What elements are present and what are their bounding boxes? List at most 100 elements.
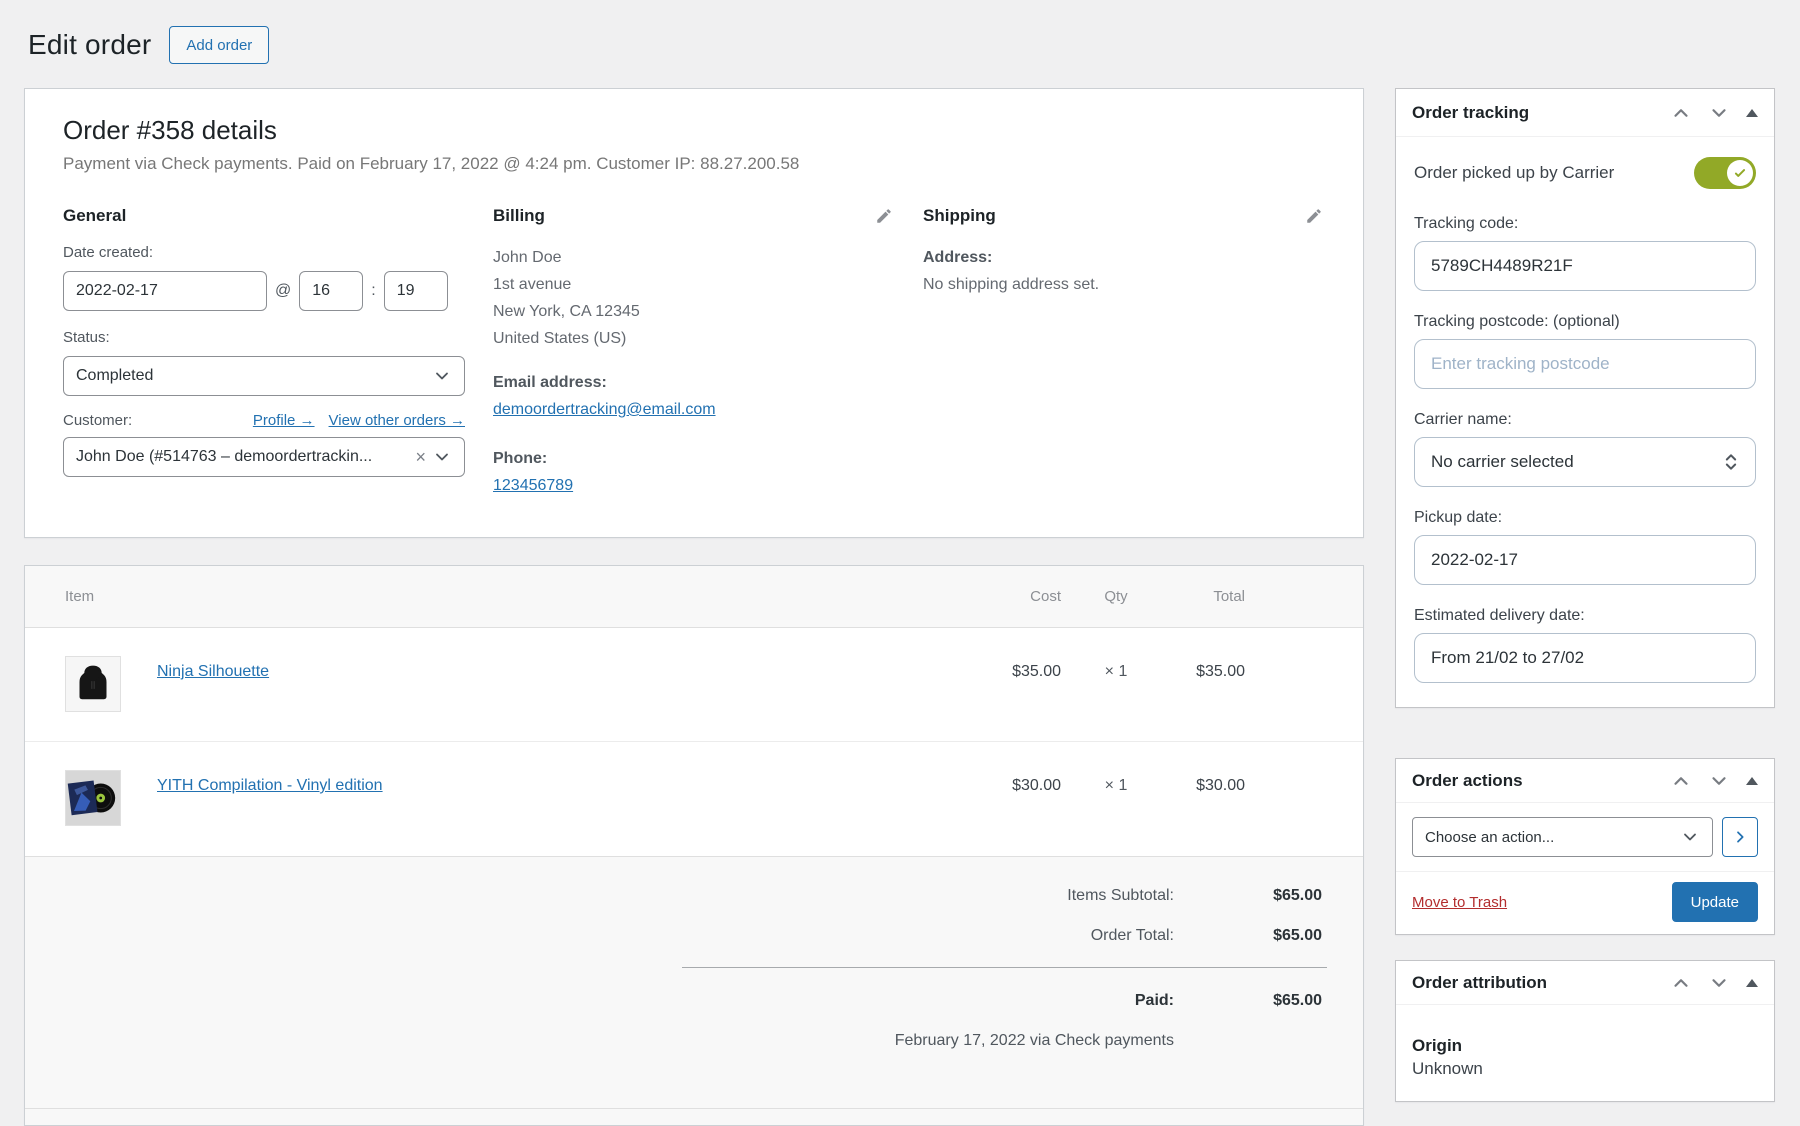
move-to-trash-link[interactable]: Move to Trash	[1412, 894, 1507, 911]
qty-column-header: Qty	[1077, 588, 1155, 605]
order-total-label: Order Total:	[1091, 927, 1174, 945]
order-total-value: $65.00	[1174, 927, 1322, 945]
panel-controls	[1668, 970, 1760, 996]
check-icon	[1733, 166, 1747, 180]
billing-heading-row: Billing	[493, 204, 895, 228]
delivery-date-input[interactable]	[1414, 633, 1756, 683]
item-name-cell: Ninja Silhouette	[157, 656, 961, 681]
order-tracking-title: Order tracking	[1412, 103, 1668, 123]
page-header: Edit order Add order	[28, 26, 269, 64]
action-select[interactable]: Choose an action...	[1412, 817, 1713, 857]
add-order-button[interactable]: Add order	[169, 26, 269, 64]
shipping-heading: Shipping	[923, 206, 996, 226]
order-attribution-panel: Order attribution Origin Unknown	[1395, 960, 1775, 1102]
customer-links: Profile → View other orders →	[253, 412, 465, 429]
tracking-postcode-group: Tracking postcode: (optional)	[1414, 313, 1756, 389]
general-column: General Date created: @ : Status: Comple…	[63, 204, 465, 499]
chevron-right-icon	[1732, 829, 1748, 845]
product-name-link[interactable]: YITH Compilation - Vinyl edition	[157, 777, 383, 794]
move-up-button[interactable]	[1668, 100, 1694, 126]
order-actions-panel: Order actions Choose an action...	[1395, 758, 1775, 935]
hour-input[interactable]	[299, 271, 363, 311]
billing-column: Billing John Doe 1st avenue New York, CA…	[493, 204, 895, 499]
cost-cell: $30.00	[961, 770, 1061, 795]
total-column-header: Total	[1155, 588, 1245, 605]
date-created-label: Date created:	[63, 244, 465, 261]
order-attribution-body: Origin Unknown	[1396, 1005, 1774, 1101]
chevron-up-icon	[1670, 102, 1692, 124]
time-separator: :	[371, 282, 375, 300]
order-tracking-body: Order picked up by Carrier Tracking code…	[1396, 137, 1774, 707]
items-subtotal-row: Items Subtotal: $65.00	[25, 887, 1322, 905]
customer-label: Customer:	[63, 412, 132, 429]
chevron-down-icon	[1708, 770, 1730, 792]
origin-value: Unknown	[1412, 1057, 1758, 1081]
shipping-address-value: No shipping address set.	[923, 271, 1325, 298]
items-table-header: Item Cost Qty Total	[25, 566, 1363, 628]
items-subtotal-value: $65.00	[1174, 887, 1322, 905]
update-button[interactable]: Update	[1672, 882, 1758, 922]
pickup-date-input[interactable]	[1414, 535, 1756, 585]
status-select[interactable]: Completed	[63, 356, 465, 396]
carrier-select[interactable]: No carrier selected	[1414, 437, 1756, 487]
panel-controls	[1668, 100, 1760, 126]
tracking-postcode-label: Tracking postcode: (optional)	[1414, 313, 1756, 331]
shipping-address-label: Address:	[923, 244, 1325, 271]
move-down-button[interactable]	[1706, 970, 1732, 996]
carrier-label: Carrier name:	[1414, 411, 1756, 429]
collapse-panel-button[interactable]	[1744, 977, 1760, 989]
product-thumbnail-vinyl[interactable]	[65, 770, 121, 826]
minute-input[interactable]	[384, 271, 448, 311]
move-up-button[interactable]	[1668, 768, 1694, 794]
pickup-date-label: Pickup date:	[1414, 509, 1756, 527]
items-subtotal-label: Items Subtotal:	[1067, 887, 1174, 905]
collapse-panel-button[interactable]	[1744, 775, 1760, 787]
tracking-code-input[interactable]	[1414, 241, 1756, 291]
billing-address-line: John Doe	[493, 244, 895, 271]
order-totals-section: Items Subtotal: $65.00 Order Total: $65.…	[25, 856, 1363, 1108]
order-details-panel: Order #358 details Payment via Check pay…	[24, 88, 1364, 538]
delivery-date-label: Estimated delivery date:	[1414, 607, 1756, 625]
phone-label: Phone:	[493, 445, 895, 472]
customer-select[interactable]: John Doe (#514763 – demoordertrackin... …	[63, 437, 465, 477]
carrier-value: No carrier selected	[1431, 452, 1721, 472]
move-down-button[interactable]	[1706, 100, 1732, 126]
triangle-up-icon	[1746, 979, 1758, 987]
picked-up-row: Order picked up by Carrier	[1414, 157, 1756, 189]
product-thumbnail-hoodie[interactable]	[65, 656, 121, 712]
customer-value: John Doe (#514763 – demoordertrackin...	[76, 448, 407, 466]
move-up-button[interactable]	[1668, 970, 1694, 996]
qty-cell: × 1	[1077, 656, 1155, 681]
phone-link[interactable]: 123456789	[493, 477, 573, 494]
view-other-orders-link[interactable]: View other orders →	[329, 412, 465, 429]
profile-link[interactable]: Profile →	[253, 412, 315, 429]
email-link[interactable]: demoordertracking@email.com	[493, 401, 716, 418]
tracking-code-group: Tracking code:	[1414, 215, 1756, 291]
status-label: Status:	[63, 329, 465, 346]
paid-label: Paid:	[1135, 992, 1174, 1010]
email-label: Email address:	[493, 369, 895, 396]
tracking-postcode-input[interactable]	[1414, 339, 1756, 389]
chevron-up-icon	[1670, 770, 1692, 792]
origin-label: Origin	[1412, 1035, 1758, 1057]
collapse-panel-button[interactable]	[1744, 107, 1760, 119]
shipping-column: Shipping Address: No shipping address se…	[923, 204, 1325, 499]
triangle-up-icon	[1746, 777, 1758, 785]
move-down-button[interactable]	[1706, 768, 1732, 794]
order-tracking-panel: Order tracking Order picked up by Carrie…	[1395, 88, 1775, 708]
table-row: YITH Compilation - Vinyl edition $30.00 …	[25, 741, 1363, 856]
remove-customer-icon[interactable]: ×	[415, 448, 426, 466]
delivery-date-group: Estimated delivery date:	[1414, 607, 1756, 683]
order-title: Order #358 details	[63, 115, 1325, 146]
date-created-input[interactable]	[63, 271, 267, 311]
order-columns: General Date created: @ : Status: Comple…	[63, 204, 1325, 499]
chevron-down-icon	[1680, 827, 1700, 847]
edit-billing-button[interactable]	[873, 205, 895, 227]
product-name-link[interactable]: Ninja Silhouette	[157, 663, 269, 680]
chevron-down-icon	[1708, 972, 1730, 994]
edit-order-page: Edit order Add order Order #358 details …	[0, 0, 1800, 1126]
edit-shipping-button[interactable]	[1303, 205, 1325, 227]
picked-up-toggle[interactable]	[1694, 157, 1756, 189]
run-action-button[interactable]	[1722, 817, 1758, 857]
action-select-value: Choose an action...	[1425, 829, 1680, 846]
